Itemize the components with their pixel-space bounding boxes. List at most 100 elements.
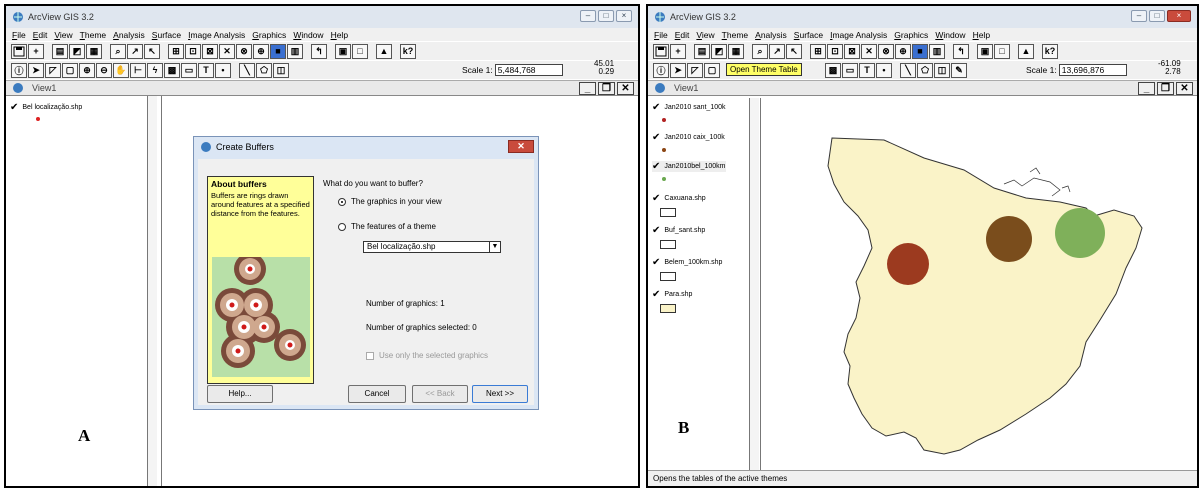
view-minimize-button[interactable]: _ bbox=[579, 82, 596, 95]
zoom-in-icon[interactable]: ✕ bbox=[219, 43, 235, 59]
use-selected-checkbox[interactable] bbox=[366, 351, 374, 360]
pointer-icon[interactable]: ➤ bbox=[28, 62, 44, 78]
select-features-icon[interactable]: ■ bbox=[912, 43, 928, 59]
layout-icon[interactable]: ▣ bbox=[335, 43, 351, 59]
draw-snap-icon[interactable]: ◫ bbox=[273, 62, 289, 78]
draw-polygon-icon[interactable]: ⬠ bbox=[256, 62, 272, 78]
frame-icon[interactable]: □ bbox=[352, 43, 368, 59]
toc-scrollbar[interactable] bbox=[147, 96, 157, 486]
toc-scrollbar[interactable] bbox=[749, 98, 759, 470]
menu-image-analysis[interactable]: Image Analysis bbox=[830, 30, 887, 40]
zoom-out-icon[interactable]: ⊗ bbox=[878, 43, 894, 59]
draw-line-icon[interactable]: ╲ bbox=[239, 62, 255, 78]
clear-selected-icon[interactable]: ▥ bbox=[929, 43, 945, 59]
toc-theme-item[interactable]: ✔ Para.shp bbox=[652, 289, 692, 300]
menu-analysis[interactable]: Analysis bbox=[755, 30, 787, 40]
view-restore-button[interactable]: ❐ bbox=[1157, 82, 1174, 95]
layout-icon[interactable]: ▣ bbox=[977, 43, 993, 59]
close-button[interactable]: × bbox=[1167, 10, 1191, 22]
locate-icon[interactable]: ↗ bbox=[127, 43, 143, 59]
toc-theme-item[interactable]: ✔ Jan2010 caix_100k bbox=[652, 132, 725, 143]
menu-surface[interactable]: Surface bbox=[794, 30, 823, 40]
area-of-interest-icon[interactable]: ▩ bbox=[164, 62, 180, 78]
zoom-in-icon[interactable]: ✕ bbox=[861, 43, 877, 59]
draw-point-icon[interactable]: • bbox=[215, 62, 231, 78]
view-close-button[interactable]: ✕ bbox=[617, 82, 634, 95]
open-theme-table-icon[interactable]: ▦ bbox=[728, 43, 744, 59]
clear-selected-icon[interactable]: ▥ bbox=[287, 43, 303, 59]
minimize-button[interactable]: – bbox=[1131, 10, 1147, 22]
hotlink-icon[interactable]: ϟ bbox=[147, 62, 163, 78]
theme-visible-checkbox[interactable]: ✔ bbox=[652, 102, 660, 113]
cancel-button[interactable]: Cancel bbox=[348, 385, 406, 403]
scale-input[interactable]: 5,484,768 bbox=[494, 64, 563, 76]
use-selected-checkbox-row[interactable]: Use only the selected graphics bbox=[366, 351, 488, 360]
features-radio[interactable] bbox=[338, 222, 346, 231]
zoom-active-icon[interactable]: ⊡ bbox=[185, 43, 201, 59]
option-features[interactable]: The features of a theme bbox=[338, 222, 436, 231]
label-icon[interactable]: ▭ bbox=[842, 62, 858, 78]
select-feature-tool-icon[interactable]: ▢ bbox=[62, 62, 78, 78]
measure-icon[interactable]: ⊢ bbox=[130, 62, 146, 78]
query-builder-icon[interactable]: ↖ bbox=[144, 43, 160, 59]
theme-visible-checkbox[interactable]: ✔ bbox=[652, 257, 660, 268]
vertex-edit-icon[interactable]: ◸ bbox=[45, 62, 61, 78]
zoom-out-icon[interactable]: ⊗ bbox=[236, 43, 252, 59]
area-of-interest-icon[interactable]: ▩ bbox=[825, 62, 841, 78]
menu-edit[interactable]: Edit bbox=[675, 30, 690, 40]
menu-surface[interactable]: Surface bbox=[152, 30, 181, 40]
theme-visible-checkbox[interactable]: ✔ bbox=[652, 161, 660, 172]
theme-properties-icon[interactable]: ▤ bbox=[694, 43, 710, 59]
toc-theme-item[interactable]: ✔ Caxuana.shp bbox=[652, 193, 706, 204]
close-button[interactable]: × bbox=[616, 10, 632, 22]
image-icon[interactable]: ▲ bbox=[1018, 43, 1034, 59]
locate-icon[interactable]: ↗ bbox=[769, 43, 785, 59]
theme-visible-checkbox[interactable]: ✔ bbox=[652, 289, 660, 300]
identify-icon[interactable]: ⓘ bbox=[11, 62, 27, 78]
zoom-previous-icon[interactable]: ⊕ bbox=[895, 43, 911, 59]
toc-theme-item[interactable]: ✔ Belem_100km.shp bbox=[652, 257, 722, 268]
zoom-previous-icon[interactable]: ⊕ bbox=[253, 43, 269, 59]
zoom-full-icon[interactable]: ⊞ bbox=[810, 43, 826, 59]
menu-graphics[interactable]: Graphics bbox=[252, 30, 286, 40]
add-theme-icon[interactable]: + bbox=[670, 43, 686, 59]
dialog-close-button[interactable]: ✕ bbox=[508, 140, 534, 153]
menu-window[interactable]: Window bbox=[935, 30, 965, 40]
help-button[interactable]: Help... bbox=[207, 385, 273, 403]
select-features-icon[interactable]: ■ bbox=[270, 43, 286, 59]
select-feature-tool-icon[interactable]: ▢ bbox=[704, 62, 720, 78]
draw-line-icon[interactable]: ╲ bbox=[900, 62, 916, 78]
menu-image-analysis[interactable]: Image Analysis bbox=[188, 30, 245, 40]
toc-theme-item[interactable]: ✔ Buf_sant.shp bbox=[652, 225, 705, 236]
menu-theme[interactable]: Theme bbox=[722, 30, 748, 40]
graphics-radio[interactable] bbox=[338, 197, 346, 206]
zoom-out-tool-icon[interactable]: ⊖ bbox=[96, 62, 112, 78]
menu-view[interactable]: View bbox=[54, 30, 72, 40]
save-icon[interactable] bbox=[653, 43, 669, 59]
theme-properties-icon[interactable]: ▤ bbox=[52, 43, 68, 59]
map-canvas[interactable] bbox=[764, 98, 1194, 470]
theme-visible-checkbox[interactable]: ✔ bbox=[10, 102, 18, 113]
back-button[interactable]: << Back bbox=[412, 385, 468, 403]
draw-pen-icon[interactable]: ✎ bbox=[951, 62, 967, 78]
pointer-icon[interactable]: ➤ bbox=[670, 62, 686, 78]
zoom-selected-icon[interactable]: ⊠ bbox=[844, 43, 860, 59]
maximize-button[interactable]: □ bbox=[1149, 10, 1165, 22]
draw-polygon-icon[interactable]: ⬠ bbox=[917, 62, 933, 78]
menu-theme[interactable]: Theme bbox=[80, 30, 106, 40]
query-builder-icon[interactable]: ↖ bbox=[786, 43, 802, 59]
add-theme-icon[interactable]: + bbox=[28, 43, 44, 59]
save-icon[interactable] bbox=[11, 43, 27, 59]
theme-select[interactable]: Bel localização.shp ▼ bbox=[363, 241, 501, 253]
frame-icon[interactable]: □ bbox=[994, 43, 1010, 59]
vertex-edit-icon[interactable]: ◸ bbox=[687, 62, 703, 78]
menu-file[interactable]: File bbox=[12, 30, 26, 40]
minimize-button[interactable]: – bbox=[580, 10, 596, 22]
find-icon[interactable]: ⌕ bbox=[752, 43, 768, 59]
find-icon[interactable]: ⌕ bbox=[110, 43, 126, 59]
next-button[interactable]: Next >> bbox=[472, 385, 528, 403]
edit-legend-icon[interactable]: ◩ bbox=[69, 43, 85, 59]
promote-icon[interactable]: ↰ bbox=[311, 43, 327, 59]
option-graphics[interactable]: The graphics in your view bbox=[338, 197, 442, 206]
menu-window[interactable]: Window bbox=[293, 30, 323, 40]
